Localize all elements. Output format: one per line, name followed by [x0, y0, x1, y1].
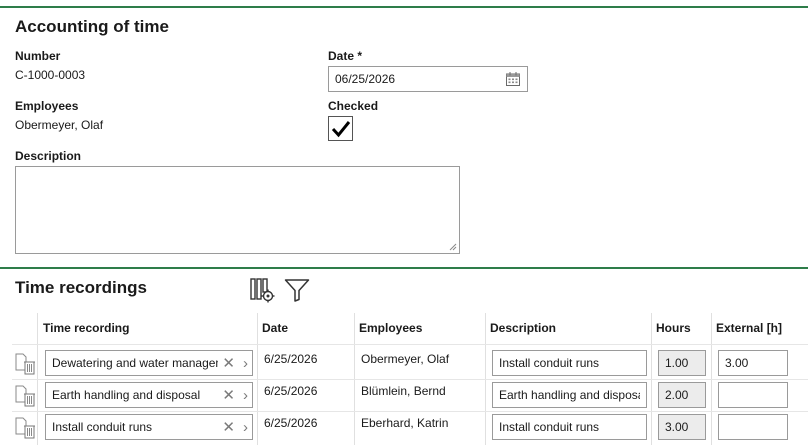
row-hours-field: 2.00 — [658, 382, 706, 408]
column-header-hours[interactable]: Hours — [656, 321, 691, 335]
resize-handle-icon[interactable] — [449, 243, 457, 251]
column-header-description[interactable]: Description — [490, 321, 556, 335]
chevron-right-icon[interactable]: › — [243, 355, 248, 372]
time-recording-value: Install conduit runs — [52, 420, 153, 434]
row-employee: Obermeyer, Olaf — [361, 352, 450, 366]
header-row-line — [12, 344, 808, 345]
calendar-icon[interactable] — [505, 71, 521, 87]
row-hours-value: 2.00 — [665, 388, 689, 402]
clear-icon[interactable]: ✕ — [222, 354, 235, 372]
chevron-right-icon[interactable]: › — [243, 387, 248, 404]
checkmark-icon — [331, 120, 350, 137]
row-line — [12, 379, 808, 380]
delete-record-icon[interactable] — [14, 417, 36, 442]
time-recording-value: Earth handling and disposal — [52, 388, 201, 402]
date-field[interactable]: 06/25/2026 — [328, 66, 528, 92]
employees-value: Obermeyer, Olaf — [15, 118, 104, 132]
number-label: Number — [15, 49, 61, 63]
number-value: C-1000-0003 — [15, 68, 86, 82]
row-external-input[interactable]: 3.00 — [718, 350, 788, 376]
row-hours-field: 3.00 — [658, 414, 706, 440]
checked-checkbox[interactable] — [328, 116, 353, 141]
column-header-date[interactable]: Date — [262, 321, 288, 335]
recordings-title: Time recordings — [15, 278, 147, 297]
top-divider — [0, 6, 808, 8]
time-recording-select[interactable]: Install conduit runs ✕ › — [45, 414, 253, 440]
clear-icon[interactable]: ✕ — [222, 418, 235, 436]
description-textarea[interactable] — [15, 166, 460, 254]
row-external-input[interactable] — [718, 414, 788, 440]
row-description-input[interactable]: Earth handling and disposal — [492, 382, 647, 408]
filter-icon[interactable] — [284, 277, 310, 306]
row-line — [12, 411, 808, 412]
row-description-input[interactable]: Install conduit runs — [492, 350, 647, 376]
time-recording-select[interactable]: Earth handling and disposal ✕ › — [45, 382, 253, 408]
column-header-external[interactable]: External [h] — [716, 321, 782, 335]
row-description-input[interactable]: Install conduit runs — [492, 414, 647, 440]
recordings-divider — [0, 267, 808, 269]
chevron-right-icon[interactable]: › — [243, 419, 248, 436]
row-hours-value: 3.00 — [665, 420, 689, 434]
date-value: 06/25/2026 — [335, 72, 396, 86]
page-title: Accounting of time — [15, 17, 169, 36]
row-employee: Eberhard, Katrin — [361, 416, 449, 430]
time-recording-value: Dewatering and water management — [52, 356, 218, 370]
row-description-value: Earth handling and disposal — [499, 388, 640, 402]
delete-record-icon[interactable] — [14, 385, 36, 410]
date-label: Date * — [328, 49, 363, 63]
row-external-input[interactable] — [718, 382, 788, 408]
employees-label: Employees — [15, 99, 79, 113]
row-date: 6/25/2026 — [264, 416, 318, 430]
row-hours-value: 1.00 — [665, 356, 689, 370]
row-employee: Blümlein, Bernd — [361, 384, 446, 398]
checked-label: Checked — [328, 99, 379, 113]
row-date: 6/25/2026 — [264, 352, 318, 366]
description-label: Description — [15, 149, 82, 163]
column-header-employees[interactable]: Employees — [359, 321, 422, 335]
column-settings-icon[interactable] — [250, 277, 276, 306]
delete-record-icon[interactable] — [14, 353, 36, 378]
row-description-value: Install conduit runs — [499, 420, 600, 434]
time-recording-select[interactable]: Dewatering and water management ✕ › — [45, 350, 253, 376]
column-header-time-recording[interactable]: Time recording — [43, 321, 129, 335]
row-external-value: 3.00 — [725, 356, 749, 370]
clear-icon[interactable]: ✕ — [222, 386, 235, 404]
row-description-value: Install conduit runs — [499, 356, 600, 370]
row-date: 6/25/2026 — [264, 384, 318, 398]
row-hours-field: 1.00 — [658, 350, 706, 376]
